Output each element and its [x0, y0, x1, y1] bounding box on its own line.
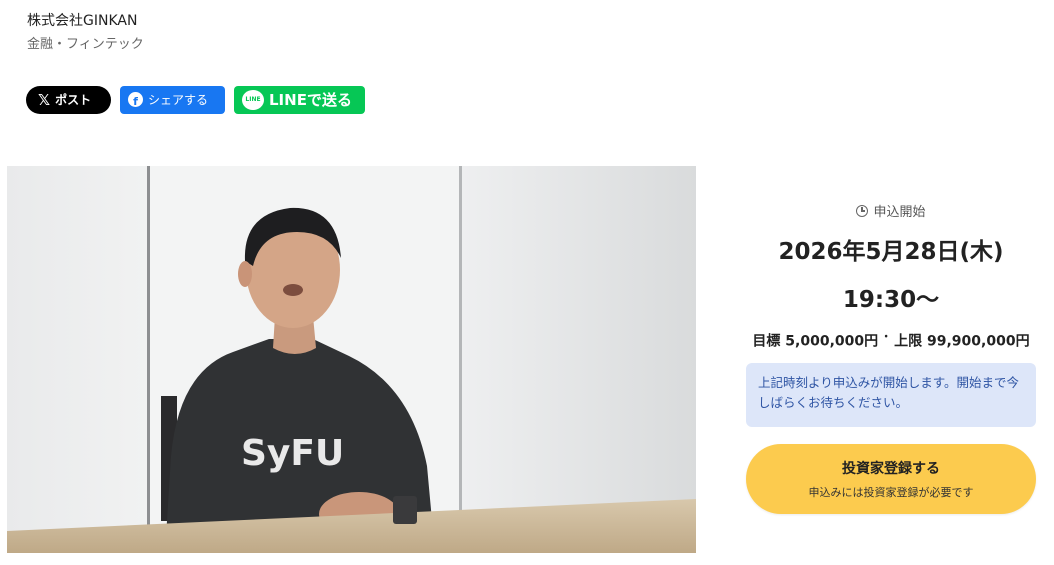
amounts: 目標 5,000,000円・上限 99,900,000円	[744, 328, 1038, 351]
notice-box: 上記時刻より申込みが開始します。開始まで今しばらくお待ちください。	[746, 362, 1036, 427]
company-name: 株式会社GINKAN	[27, 13, 138, 29]
facebook-logo-icon: f	[128, 92, 143, 107]
x-logo-icon: 𝕏	[38, 90, 51, 109]
shirt-logo-text: SyFU	[241, 433, 344, 474]
offering-panel: 申込開始 2026年5月28日(木) 19:30〜 目標 5,000,000円・…	[744, 196, 1038, 514]
offering-time: 19:30〜	[842, 287, 940, 313]
target-amount: 目標 5,000,000円	[752, 333, 879, 350]
register-investor-button[interactable]: 投資家登録する 申込みには投資家登録が必要です	[746, 443, 1036, 514]
share-buttons: 𝕏 ポスト f シェアする LINE LINEで送る	[26, 85, 365, 114]
line-send-button[interactable]: LINE LINEで送る	[234, 85, 365, 114]
max-amount: 上限 99,900,000円	[894, 333, 1030, 350]
company-category: 金融・フィンテック	[27, 37, 144, 52]
line-send-label: LINEで送る	[269, 91, 352, 109]
facebook-share-button[interactable]: f シェアする	[120, 85, 225, 114]
facebook-share-label: シェアする	[148, 93, 209, 107]
x-post-button[interactable]: 𝕏 ポスト	[26, 85, 111, 114]
status-row: 申込開始	[744, 201, 1038, 220]
clock-icon	[856, 204, 869, 217]
offering-date: 2026年5月28日(木)	[778, 239, 1004, 265]
x-post-label: ポスト	[55, 93, 92, 107]
register-subtitle: 申込みには投資家登録が必要です	[808, 485, 974, 499]
line-logo-icon: LINE	[242, 89, 264, 110]
amount-separator: ・	[881, 332, 892, 343]
register-title: 投資家登録する	[842, 460, 940, 477]
hero-photo: SyFU	[7, 166, 696, 553]
status-label: 申込開始	[873, 205, 926, 220]
